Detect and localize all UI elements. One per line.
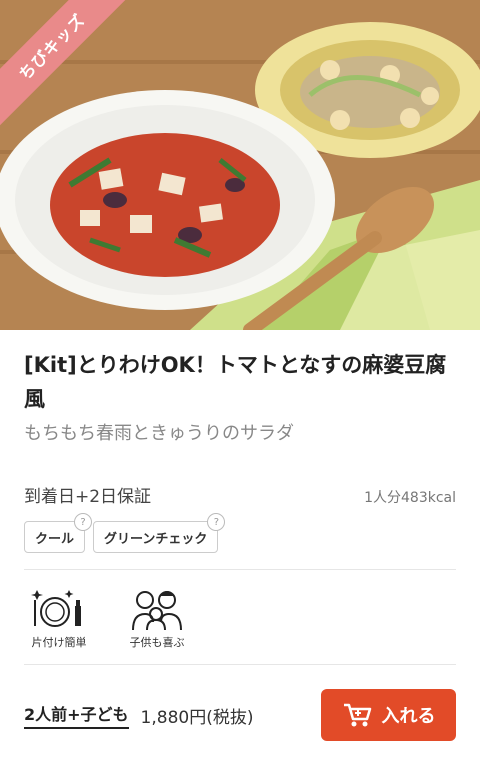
tag-green-check-label: グリーンチェック — [104, 531, 208, 547]
divider — [24, 569, 456, 570]
add-to-cart-button[interactable]: 入れる — [321, 689, 456, 741]
feature-kids-happy-label: 子供も喜ぶ — [129, 636, 185, 649]
divider — [24, 664, 456, 665]
add-to-cart-label: 入れる — [381, 706, 436, 727]
serving-size[interactable]: 2人前+子ども — [24, 701, 129, 729]
cart-icon — [343, 703, 371, 727]
help-icon[interactable]: ? — [74, 513, 93, 531]
product-title[interactable]: [Kit]とりわけOK！トマトとなすの麻婆豆腐風 — [24, 348, 456, 416]
help-icon[interactable]: ? — [207, 513, 226, 531]
product-subtitle: もちもち春雨ときゅうりのサラダ — [24, 423, 294, 444]
calorie-info: 1人分483kcal — [364, 490, 456, 506]
easy-cleanup-icon — [31, 590, 81, 627]
feature-easy-cleanup: 片付け簡単 — [24, 586, 94, 650]
tag-cool-label: クール — [35, 531, 75, 547]
kids-happy-icon — [132, 591, 182, 630]
feature-kids-happy: 子供も喜ぶ — [122, 586, 192, 650]
product-image[interactable]: ちびキッズ — [0, 0, 480, 330]
tag-cool[interactable]: クール ? — [24, 513, 93, 553]
tag-green-check[interactable]: グリーンチェック ? — [93, 513, 226, 553]
delivery-guarantee: 到着日+2日保証 — [24, 487, 152, 507]
feature-easy-cleanup-label: 片付け簡単 — [31, 636, 87, 649]
price: 1,880円(税抜) — [140, 707, 254, 728]
